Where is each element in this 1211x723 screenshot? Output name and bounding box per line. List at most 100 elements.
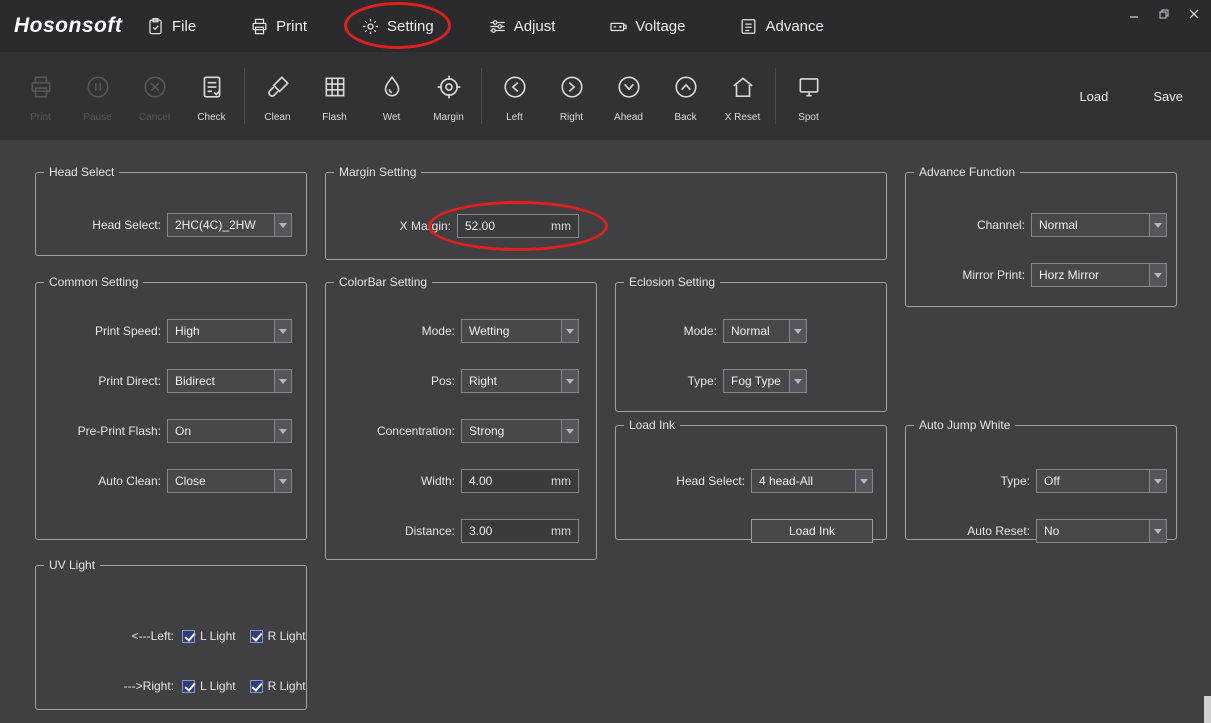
toolbar-right-label: Right	[560, 112, 583, 123]
titlebar: Hosonsoft File Print Setting	[0, 0, 1211, 52]
toolbar-spot-label: Spot	[798, 112, 819, 123]
chevron-down-icon	[855, 470, 872, 492]
checklist-icon	[199, 74, 225, 105]
chevron-down-icon	[274, 370, 291, 392]
auto-reset-dropdown[interactable]: No	[1036, 519, 1167, 543]
home-icon	[730, 74, 756, 105]
colorbar-width-input[interactable]: 4.00 mm	[461, 469, 579, 493]
print-direct-dropdown[interactable]: Bidirect	[167, 369, 292, 393]
panel-load-ink: Load Ink Head Select: 4 head-All Load In…	[615, 425, 887, 540]
checkbox-checked-icon	[182, 680, 195, 693]
menu-file[interactable]: File	[144, 15, 198, 38]
concentration-dropdown[interactable]: Strong	[461, 419, 579, 443]
field-row: Pos: Right	[326, 369, 579, 393]
toolbar-x-reset-button[interactable]: X Reset	[714, 52, 771, 140]
menu-adjust[interactable]: Adjust	[486, 15, 558, 38]
colorbar-mode-dropdown[interactable]: Wetting	[461, 319, 579, 343]
panel-colorbar-setting: ColorBar Setting Mode: Wetting Pos: Righ…	[325, 282, 597, 560]
target-icon	[436, 74, 462, 105]
eclosion-type-dropdown[interactable]: Fog Type	[723, 369, 807, 393]
concentration-label: Concentration:	[326, 424, 455, 438]
uv-left-l-light-checkbox[interactable]: L Light	[182, 629, 236, 643]
head-select-label: Head Select:	[36, 218, 161, 232]
restore-icon	[1158, 8, 1170, 20]
uv-right-label: --->Right:	[36, 679, 174, 693]
toolbar-pause-button[interactable]: Pause	[69, 52, 126, 140]
toolbar-right-button[interactable]: Right	[543, 52, 600, 140]
menu-adjust-label: Adjust	[514, 18, 556, 35]
auto-reset-label: Auto Reset:	[906, 524, 1030, 538]
toolbar-clean-button[interactable]: Clean	[249, 52, 306, 140]
field-row: Channel: Normal	[906, 213, 1167, 237]
eclosion-type-label: Type:	[616, 374, 717, 388]
field-row: X Margin: 52.00 mm	[326, 214, 579, 238]
menu-setting[interactable]: Setting	[359, 15, 436, 38]
menu-print[interactable]: Print	[248, 15, 309, 38]
toolbar-spot-button[interactable]: Spot	[780, 52, 837, 140]
save-button[interactable]: Save	[1153, 89, 1183, 104]
load-button[interactable]: Load	[1079, 89, 1108, 104]
field-row: Print Speed: High	[36, 319, 292, 343]
colorbar-pos-label: Pos:	[326, 374, 455, 388]
chevron-down-icon	[561, 320, 578, 342]
panel-head-select: Head Select Head Select: 2HC(4C)_2HW	[35, 172, 307, 256]
gear-icon	[361, 17, 380, 36]
minimize-button[interactable]	[1119, 0, 1149, 28]
chevron-down-icon	[1149, 264, 1166, 286]
dropdown-value: Horz Mirror	[1032, 268, 1149, 282]
uv-right-l-light-checkbox[interactable]: L Light	[182, 679, 236, 693]
colorbar-distance-input[interactable]: 3.00 mm	[461, 519, 579, 543]
chevron-down-icon	[274, 420, 291, 442]
uv-left-r-light-checkbox[interactable]: R Light	[250, 629, 306, 643]
jump-white-type-dropdown[interactable]: Off	[1036, 469, 1167, 493]
toolbar-print-button[interactable]: Print	[12, 52, 69, 140]
x-margin-input[interactable]: 52.00 mm	[457, 214, 579, 238]
head-select-dropdown[interactable]: 2HC(4C)_2HW	[167, 213, 292, 237]
close-button[interactable]	[1179, 0, 1209, 28]
field-row: Distance: 3.00 mm	[326, 519, 579, 543]
load-ink-head-select-label: Head Select:	[616, 474, 745, 488]
uv-left-label: <---Left:	[36, 629, 174, 643]
menu-advance-label: Advance	[765, 18, 823, 35]
chevron-down-icon	[1149, 214, 1166, 236]
uv-right-r-light-checkbox[interactable]: R Light	[250, 679, 306, 693]
pre-print-flash-dropdown[interactable]: On	[167, 419, 292, 443]
restore-button[interactable]	[1149, 0, 1179, 28]
toolbar-check-button[interactable]: Check	[183, 52, 240, 140]
toolbar-flash-button[interactable]: Flash	[306, 52, 363, 140]
eclosion-mode-dropdown[interactable]: Normal	[723, 319, 807, 343]
menu-voltage-label: Voltage	[635, 18, 685, 35]
toolbar-cancel-button[interactable]: Cancel	[126, 52, 183, 140]
jump-white-type-label: Type:	[906, 474, 1030, 488]
mirror-print-label: Mirror Print:	[906, 268, 1025, 282]
mirror-print-dropdown[interactable]: Horz Mirror	[1031, 263, 1167, 287]
auto-clean-dropdown[interactable]: Close	[167, 469, 292, 493]
menu-voltage[interactable]: Voltage	[607, 15, 687, 38]
dropdown-value: Fog Type	[724, 374, 789, 388]
toolbar-x-reset-label: X Reset	[725, 112, 761, 123]
scrollbar-thumb[interactable]	[1204, 696, 1211, 723]
toolbar-margin-button[interactable]: Margin	[420, 52, 477, 140]
x-margin-label: X Margin:	[326, 219, 451, 233]
chevron-down-icon	[274, 320, 291, 342]
load-ink-button[interactable]: Load Ink	[751, 519, 873, 543]
pre-print-flash-label: Pre-Print Flash:	[36, 424, 161, 438]
toolbar-ahead-button[interactable]: Ahead	[600, 52, 657, 140]
colorbar-pos-dropdown[interactable]: Right	[461, 369, 579, 393]
toolbar-wet-button[interactable]: Wet	[363, 52, 420, 140]
menu-advance[interactable]: Advance	[737, 15, 825, 38]
chevron-down-icon	[561, 420, 578, 442]
chevron-down-icon	[1149, 470, 1166, 492]
monitor-icon	[796, 74, 822, 105]
toolbar-back-button[interactable]: Back	[657, 52, 714, 140]
battery-icon	[609, 17, 628, 36]
channel-dropdown[interactable]: Normal	[1031, 213, 1167, 237]
load-ink-head-select-dropdown[interactable]: 4 head-All	[751, 469, 873, 493]
dropdown-value: Normal	[724, 324, 789, 338]
panel-eclosion-setting: Eclosion Setting Mode: Normal Type: Fog …	[615, 282, 887, 412]
print-speed-label: Print Speed:	[36, 324, 161, 338]
toolbar-left-button[interactable]: Left	[486, 52, 543, 140]
document-icon	[739, 17, 758, 36]
dropdown-value: No	[1037, 524, 1149, 538]
print-speed-dropdown[interactable]: High	[167, 319, 292, 343]
